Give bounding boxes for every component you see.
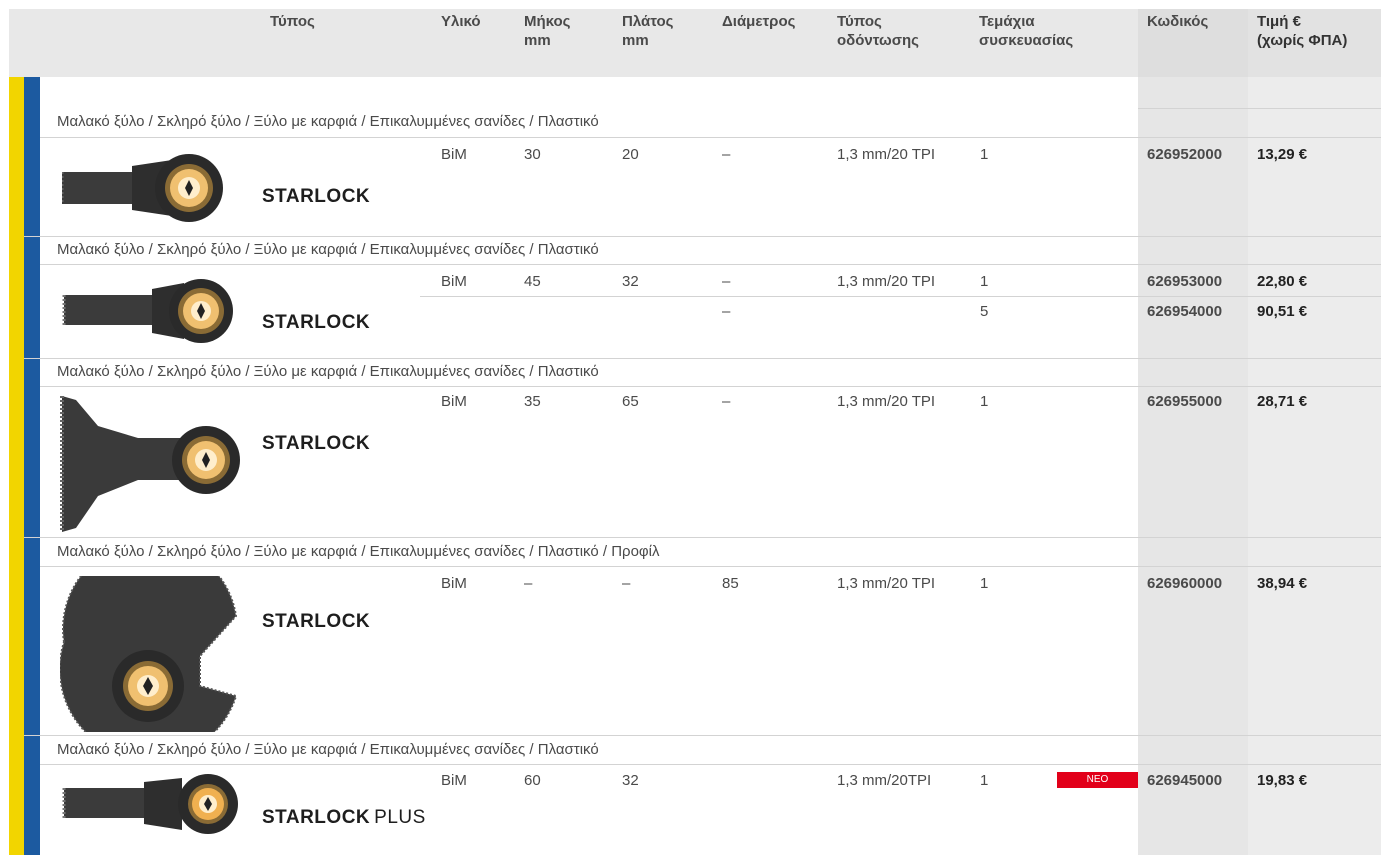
divider	[420, 296, 1381, 297]
cell-qty: 1	[980, 273, 989, 290]
header-length: Μήκος mm	[524, 13, 571, 49]
cell-qty: 1	[980, 575, 989, 592]
cell-price: 90,51 €	[1257, 303, 1308, 320]
cell-width: 32	[622, 273, 639, 290]
cell-diameter: –	[722, 273, 731, 290]
cell-diameter: 85	[722, 575, 739, 592]
cell-qty: 5	[980, 303, 989, 320]
cell-code[interactable]: 626953000	[1147, 273, 1222, 290]
cell-code[interactable]: 626955000	[1147, 393, 1222, 410]
header-width: Πλάτος mm	[622, 13, 674, 49]
cell-tooth: 1,3 mm/20 TPI	[837, 575, 936, 592]
header-tooth-type: Τύπος οδόντωσης	[837, 13, 919, 49]
price-column-bg	[1248, 77, 1381, 855]
cell-material: BiM	[441, 772, 467, 789]
divider	[40, 566, 1381, 567]
cell-tooth: 1,3 mm/20 TPI	[837, 273, 936, 290]
starlock-logo: STARLOCK	[262, 433, 371, 454]
divider	[24, 537, 1381, 538]
cell-width: 65	[622, 393, 639, 410]
header-code: Κωδικός	[1147, 13, 1209, 30]
yellow-band	[9, 77, 24, 855]
category-label: Μαλακό ξύλο / Σκληρό ξύλο / Ξύλο με καρφ…	[57, 241, 599, 258]
divider	[24, 735, 1381, 736]
category-label: Μαλακό ξύλο / Σκληρό ξύλο / Ξύλο με καρφ…	[57, 543, 660, 560]
cell-length: –	[524, 575, 533, 592]
cell-code[interactable]: 626954000	[1147, 303, 1222, 320]
header-material: Υλικό	[441, 13, 481, 30]
plunge-blade-narrow-icon	[62, 154, 223, 222]
divider	[40, 137, 1381, 138]
cell-length: 60	[524, 772, 541, 789]
cell-length: 35	[524, 393, 541, 410]
category-label: Μαλακό ξύλο / Σκληρό ξύλο / Ξύλο με καρφ…	[57, 741, 599, 758]
cell-width: 20	[622, 146, 639, 163]
product-table: Τύπος Υλικό Μήκος mm Πλάτος mm Διάμετρος…	[0, 0, 1381, 855]
header-price: Τιμή € (χωρίς ΦΠΑ)	[1257, 13, 1348, 49]
divider	[40, 264, 1381, 265]
cell-price: 22,80 €	[1257, 273, 1308, 290]
cell-tooth: 1,3 mm/20 TPI	[837, 146, 936, 163]
header-pack-qty: Τεμάχια συσκευασίας	[979, 13, 1074, 49]
header-diameter: Διάμετρος	[722, 13, 796, 30]
category-label: Μαλακό ξύλο / Σκληρό ξύλο / Ξύλο με καρφ…	[57, 363, 599, 380]
cell-price: 19,83 €	[1257, 772, 1308, 789]
plunge-blade-plus-icon	[62, 774, 238, 834]
code-column-bg	[1138, 77, 1248, 855]
cell-length: 45	[524, 273, 541, 290]
divider	[24, 236, 1381, 237]
cell-code[interactable]: 626960000	[1147, 575, 1222, 592]
cell-price: 38,94 €	[1257, 575, 1308, 592]
starlock-logo: STARLOCK	[262, 186, 371, 207]
cell-material: BiM	[441, 146, 467, 163]
plunge-blade-long-icon	[62, 279, 233, 343]
cell-diameter: –	[722, 146, 731, 163]
cell-tooth: 1,3 mm/20TPI	[837, 772, 932, 789]
cell-price: 28,71 €	[1257, 393, 1308, 410]
blue-band	[24, 77, 40, 855]
logo-suffix: PLUS	[374, 807, 426, 828]
category-label: Μαλακό ξύλο / Σκληρό ξύλο / Ξύλο με καρφ…	[57, 113, 599, 130]
cell-length: 30	[524, 146, 541, 163]
divider	[1138, 108, 1381, 109]
cell-material: BiM	[441, 393, 467, 410]
cell-qty: 1	[980, 393, 989, 410]
cell-width: –	[622, 575, 631, 592]
divider	[24, 358, 1381, 359]
cell-material: BiM	[441, 575, 467, 592]
cell-material: BiM	[441, 273, 467, 290]
logo-text: STARLOCK	[262, 807, 371, 828]
cell-tooth: 1,3 mm/20 TPI	[837, 393, 936, 410]
cell-qty: 1	[980, 146, 989, 163]
starlock-plus-logo: STARLOCK PLUS	[262, 807, 426, 829]
cell-qty: 1	[980, 772, 989, 789]
cell-width: 32	[622, 772, 639, 789]
new-badge: NEO	[1057, 772, 1138, 788]
divider	[40, 764, 1381, 765]
divider	[40, 386, 1381, 387]
header-type: Τύπος	[270, 13, 315, 30]
cell-price: 13,29 €	[1257, 146, 1308, 163]
cell-code[interactable]: 626952000	[1147, 146, 1222, 163]
starlock-logo: STARLOCK	[262, 312, 371, 333]
cell-diameter: –	[722, 303, 731, 320]
plunge-blade-wide-icon	[60, 396, 240, 532]
cell-diameter: –	[722, 393, 731, 410]
segment-saw-blade-icon	[60, 576, 238, 732]
starlock-logo: STARLOCK	[262, 611, 371, 632]
cell-code[interactable]: 626945000	[1147, 772, 1222, 789]
